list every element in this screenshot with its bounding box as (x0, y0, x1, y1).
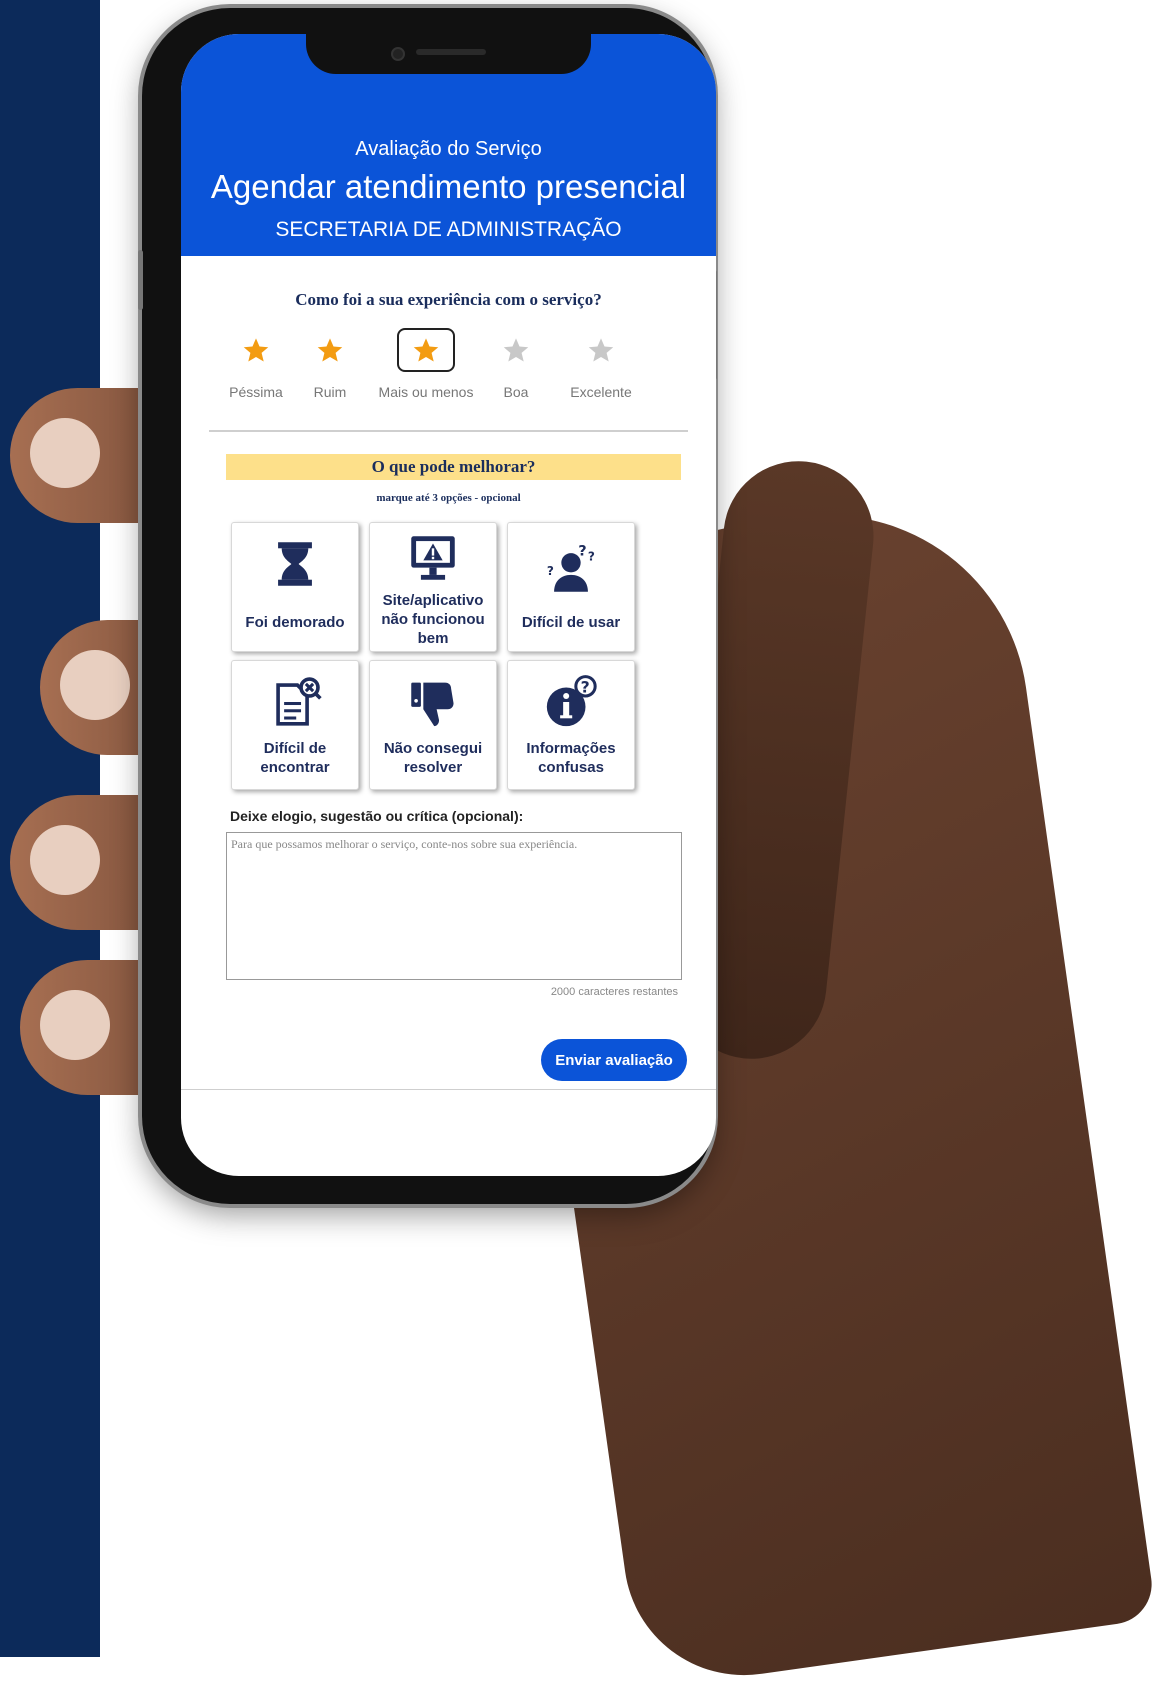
star-icon (494, 328, 538, 372)
star-icon (308, 328, 352, 372)
option-informacoes-confusas[interactable]: ? Informações confusas (507, 660, 635, 790)
info-question-icon: ? (508, 669, 634, 735)
svg-text:?: ? (581, 677, 590, 696)
rating-label: Mais ou menos (378, 384, 474, 400)
rating-question: Como foi a sua experiência com o serviço… (295, 290, 602, 309)
rating-option-excelente[interactable]: Excelente (556, 328, 646, 400)
star-icon (234, 328, 278, 372)
star-icon (579, 328, 623, 372)
monitor-warning-icon (370, 525, 496, 591)
option-label: Site/aplicativo não funcionou bem (381, 592, 485, 647)
phone-notch (306, 34, 591, 74)
rating-option-ruim[interactable]: Ruim (285, 328, 375, 400)
phone-side-button (138, 250, 143, 310)
rating-option-boa[interactable]: Boa (471, 328, 561, 400)
svg-text:?: ? (578, 544, 586, 560)
rating-label: Excelente (570, 384, 632, 400)
bottom-divider (181, 1089, 716, 1090)
camera-icon (391, 47, 405, 61)
speaker-grille (416, 49, 486, 55)
option-dificil-de-encontrar[interactable]: Difícil de encontrar (231, 660, 359, 790)
header-subtitle: Avaliação do Serviço (355, 138, 542, 160)
svg-text:?: ? (547, 564, 554, 578)
option-foi-demorado[interactable]: Foi demorado (231, 522, 359, 652)
rating-label: Boa (503, 384, 529, 400)
star-icon (397, 328, 455, 372)
option-label: Informações confusas (526, 740, 616, 776)
hourglass-icon (232, 531, 358, 597)
department-name: SECRETARIA DE ADMINISTRAÇÃO (275, 218, 622, 241)
phone-screen: Avaliação do Serviço Agendar atendimento… (181, 34, 716, 1176)
improve-hint: marque até 3 opções - opcional (376, 492, 521, 504)
option-label: Não consegui resolver (383, 740, 483, 776)
improve-title: O que pode melhorar? (226, 454, 681, 480)
chars-remaining: 2000 caracteres restantes (550, 986, 678, 998)
option-label: Difícil de encontrar (260, 740, 330, 776)
rating-option-mais-ou-menos[interactable]: Mais ou menos (376, 328, 476, 400)
section-divider (209, 430, 688, 432)
option-dificil-de-usar[interactable]: ??? Difícil de usar (507, 522, 635, 652)
option-label: Foi demorado (245, 614, 345, 631)
document-search-icon (232, 669, 358, 735)
submit-button[interactable]: Enviar avaliação (541, 1039, 687, 1081)
option-nao-consegui-resolver[interactable]: Não consegui resolver (369, 660, 497, 790)
star-rating: Péssima Ruim Mais ou menos Boa Excelente (221, 328, 681, 414)
user-question-icon: ??? (508, 537, 634, 603)
option-site-aplicativo[interactable]: Site/aplicativo não funcionou bem (369, 522, 497, 652)
rating-label: Ruim (313, 384, 347, 400)
option-label: Difícil de usar (521, 614, 621, 631)
comment-label: Deixe elogio, sugestão ou crítica (opcio… (230, 808, 524, 824)
svg-text:?: ? (588, 549, 595, 563)
service-title: Agendar atendimento presencial (210, 168, 687, 205)
comment-textarea[interactable] (226, 832, 682, 980)
thumbs-down-icon (370, 669, 496, 735)
